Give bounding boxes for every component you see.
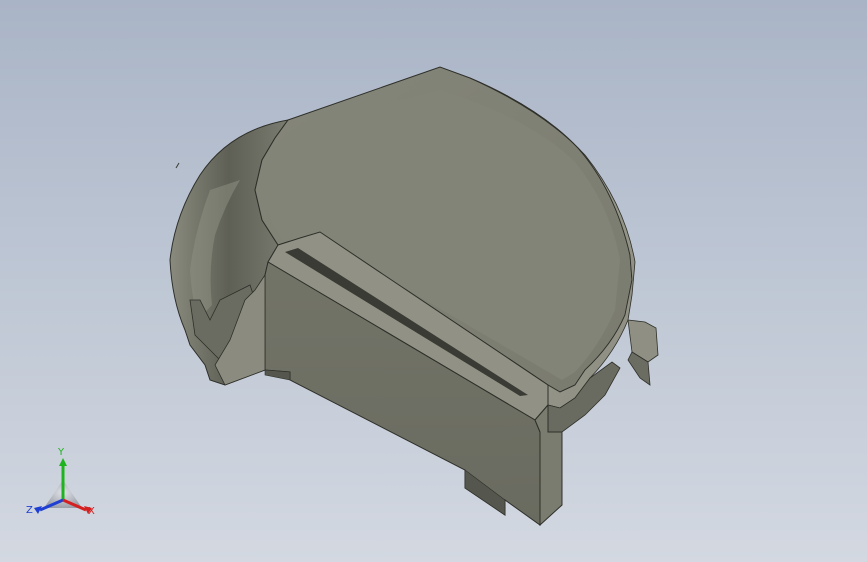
stray-edge-mark xyxy=(175,162,180,169)
graphics-viewport[interactable]: Y Z X xyxy=(0,0,867,562)
y-axis-arrow xyxy=(59,458,67,466)
z-axis-label: Z xyxy=(26,505,33,516)
bottom-notch-left xyxy=(264,369,291,381)
y-axis-label: Y xyxy=(58,447,65,458)
x-axis-label: X xyxy=(88,506,95,517)
orientation-triad[interactable]: Y Z X xyxy=(26,448,106,524)
3d-model[interactable] xyxy=(0,0,867,562)
